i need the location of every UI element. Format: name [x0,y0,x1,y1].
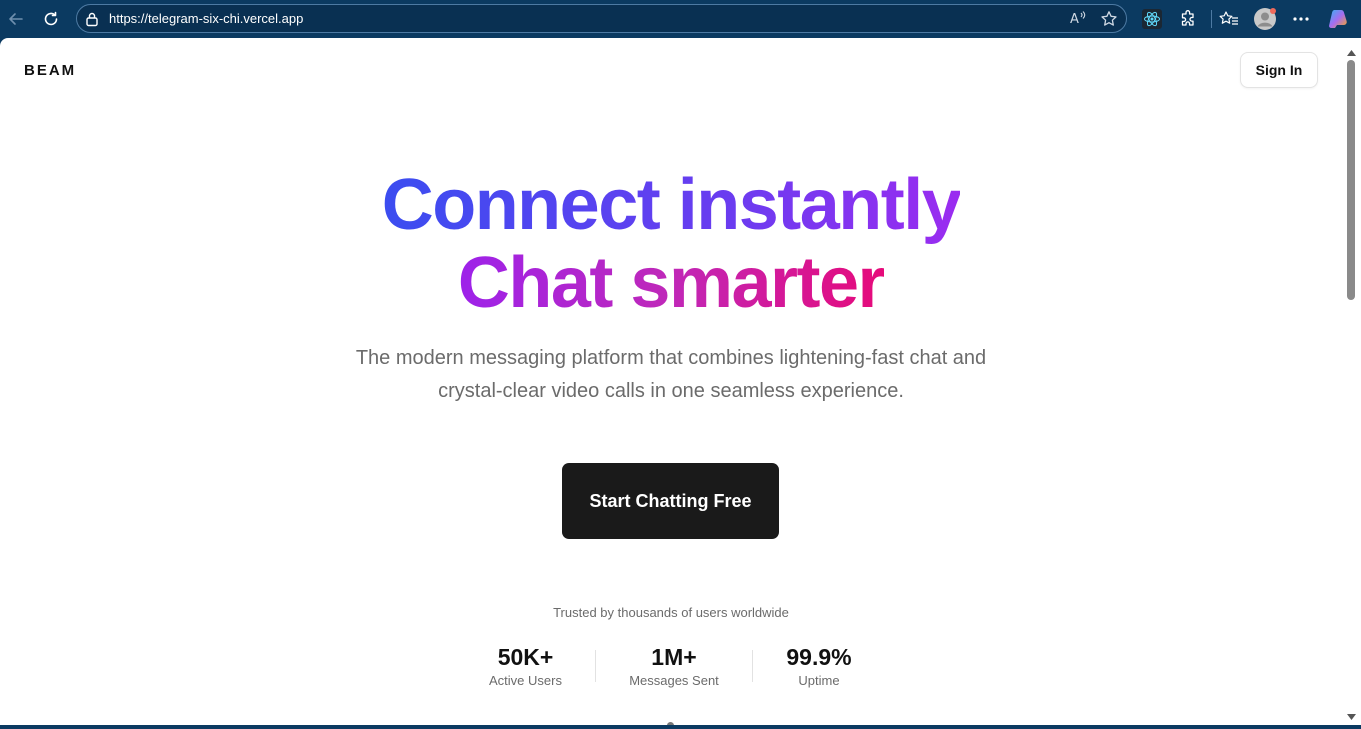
url-text[interactable]: https://telegram-six-chi.vercel.app [109,11,303,26]
stat-divider [752,650,753,682]
lock-icon[interactable] [85,11,99,32]
favorites-icon[interactable] [1216,6,1242,32]
stat-label: Uptime [798,673,840,688]
more-icon[interactable] [1288,6,1314,32]
start-chatting-button[interactable]: Start Chatting Free [562,463,779,539]
headline-line-2: Chat smarter [457,243,886,323]
browser-toolbar: https://telegram-six-chi.vercel.app A [0,0,1361,38]
stat-label: Messages Sent [629,673,719,688]
stat-active-users: 50K+ Active Users [475,643,576,688]
back-arrow-icon[interactable] [3,6,29,32]
read-aloud-icon[interactable]: A [1070,10,1088,31]
window-bottom-edge [0,725,1361,729]
hero-subtitle: The modern messaging platform that combi… [321,342,1021,408]
subtitle-line-1: The modern messaging platform that combi… [355,347,987,369]
hero-headline: Connect instantly Chat smarter [0,166,1342,322]
stat-messages-sent: 1M+ Messages Sent [614,643,734,688]
profile-avatar-icon[interactable] [1252,6,1278,32]
stat-divider [595,650,596,682]
svg-text:A: A [1070,12,1079,26]
stat-label: Active Users [489,673,562,688]
toolbar-separator [1211,10,1212,28]
react-devtools-icon[interactable] [1139,6,1165,32]
address-bar[interactable]: https://telegram-six-chi.vercel.app A [76,4,1127,33]
scroll-down-arrow-icon[interactable] [1347,707,1356,725]
subtitle-line-2: crystal-clear video calls in one seamles… [438,380,904,402]
stat-value: 99.9% [786,644,852,670]
refresh-icon[interactable] [38,6,64,32]
brand-logo[interactable]: BEAM [24,62,76,79]
extensions-icon[interactable] [1175,6,1201,32]
headline-line-1: Connect instantly [381,165,962,245]
stat-value: 1M+ [651,644,697,670]
scrollbar-thumb[interactable] [1347,60,1355,300]
scroll-up-arrow-icon[interactable] [1347,43,1356,61]
page-viewport: BEAM Sign In Connect instantly Chat smar… [0,38,1342,725]
stat-value: 50K+ [497,644,554,670]
trusted-caption: Trusted by thousands of users worldwide [553,605,789,620]
favorite-star-icon[interactable] [1100,10,1118,33]
sign-in-button[interactable]: Sign In [1240,52,1318,88]
stat-uptime: 99.9% Uptime [772,643,866,688]
vertical-scrollbar[interactable] [1342,38,1361,725]
copilot-icon[interactable] [1325,6,1351,32]
